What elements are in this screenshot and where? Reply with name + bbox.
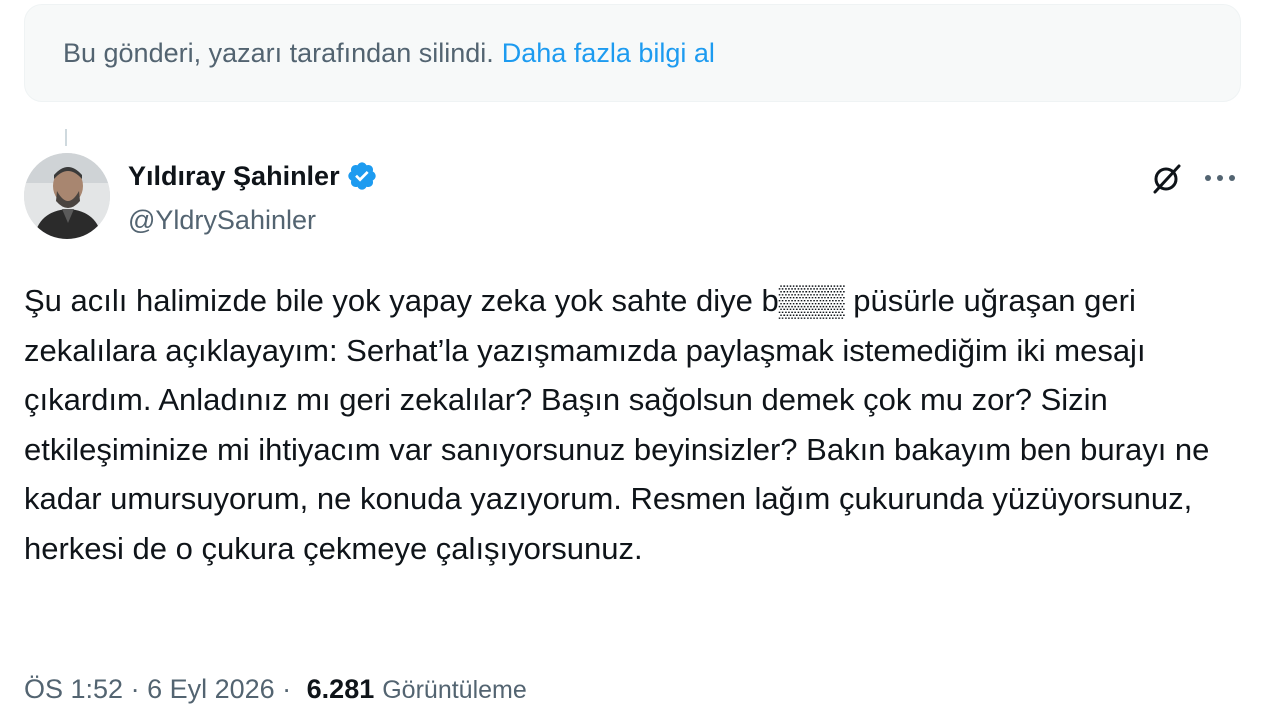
more-options-button[interactable] xyxy=(1200,158,1240,198)
tweet-metadata: ÖS 1:52 · 6 Eyl 2026 · 6.281 Görüntüleme xyxy=(24,674,527,705)
more-dots-icon xyxy=(1205,175,1235,181)
views-label[interactable]: Görüntüleme xyxy=(382,676,527,705)
avatar[interactable] xyxy=(24,153,110,239)
learn-more-link[interactable]: Daha fazla bilgi al xyxy=(502,38,715,69)
tweet-text: Şu acılı halimizde bile yok yapay zeka y… xyxy=(24,283,1210,566)
meta-separator: · xyxy=(123,674,148,704)
profile-photo-icon xyxy=(24,153,110,239)
tweet-date[interactable]: 6 Eyl 2026 xyxy=(147,674,275,705)
notice-text: Bu gönderi, yazarı tarafından silindi. xyxy=(63,37,494,68)
thread-connector-line xyxy=(65,129,67,146)
tweet-time[interactable]: ÖS 1:52 xyxy=(24,674,123,705)
author-display-name[interactable]: Yıldıray Şahinler xyxy=(128,161,340,192)
views-count[interactable]: 6.281 xyxy=(307,674,375,705)
grok-icon xyxy=(1153,164,1181,194)
meta-separator: · xyxy=(274,674,299,704)
deleted-post-notice: Bu gönderi, yazarı tarafından silindi. D… xyxy=(24,4,1241,102)
author-handle[interactable]: @YldrySahinler xyxy=(128,205,316,236)
author-display-name-row[interactable]: Yıldıray Şahinler xyxy=(128,160,378,192)
verified-badge-icon[interactable] xyxy=(346,160,378,192)
grok-button[interactable] xyxy=(1146,158,1186,198)
